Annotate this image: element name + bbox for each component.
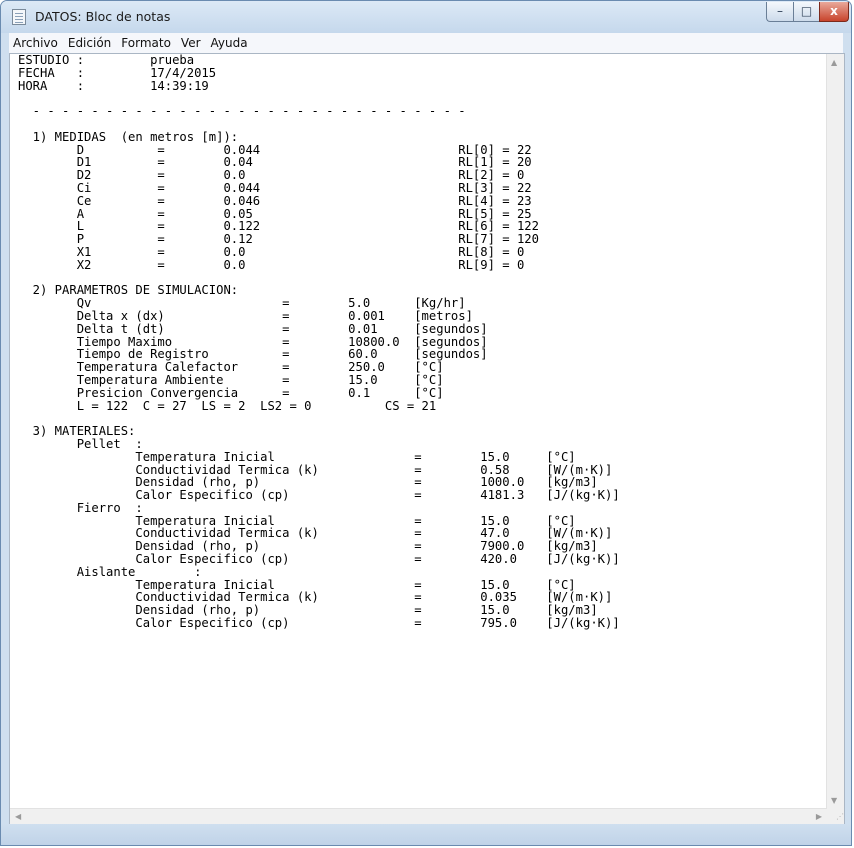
notepad-window: DATOS: Bloc de notas – □ x Archivo Edici… <box>0 0 852 846</box>
close-button[interactable]: x <box>819 2 849 22</box>
menu-edicion[interactable]: Edición <box>63 36 116 50</box>
menu-bar: Archivo Edición Formato Ver Ayuda <box>9 33 843 54</box>
menu-ayuda[interactable]: Ayuda <box>206 36 253 50</box>
menu-archivo[interactable]: Archivo <box>9 36 63 50</box>
menu-formato[interactable]: Formato <box>116 36 176 50</box>
menu-ver[interactable]: Ver <box>176 36 206 50</box>
window-title: DATOS: Bloc de notas <box>35 9 171 24</box>
minimize-button[interactable]: – <box>766 2 793 22</box>
resize-grip-icon[interactable]: ⋰ <box>827 809 844 825</box>
window-bottom-frame <box>1 824 851 845</box>
scroll-up-icon[interactable]: ▲ <box>831 58 837 67</box>
scroll-left-icon[interactable]: ◀ <box>15 812 21 821</box>
scroll-down-icon[interactable]: ▼ <box>831 796 837 805</box>
title-bar[interactable]: DATOS: Bloc de notas – □ x <box>1 1 851 33</box>
maximize-button[interactable]: □ <box>793 2 819 22</box>
document-text[interactable]: ESTUDIO : prueba FECHA : 17/4/2015 HORA … <box>10 54 827 825</box>
vertical-scrollbar[interactable]: ▲ ▼ <box>826 54 844 809</box>
notepad-icon[interactable] <box>12 9 26 25</box>
horizontal-scrollbar[interactable]: ◀ ▶ <box>10 808 827 825</box>
text-editor[interactable]: ESTUDIO : prueba FECHA : 17/4/2015 HORA … <box>9 53 845 826</box>
scroll-right-icon[interactable]: ▶ <box>816 812 822 821</box>
